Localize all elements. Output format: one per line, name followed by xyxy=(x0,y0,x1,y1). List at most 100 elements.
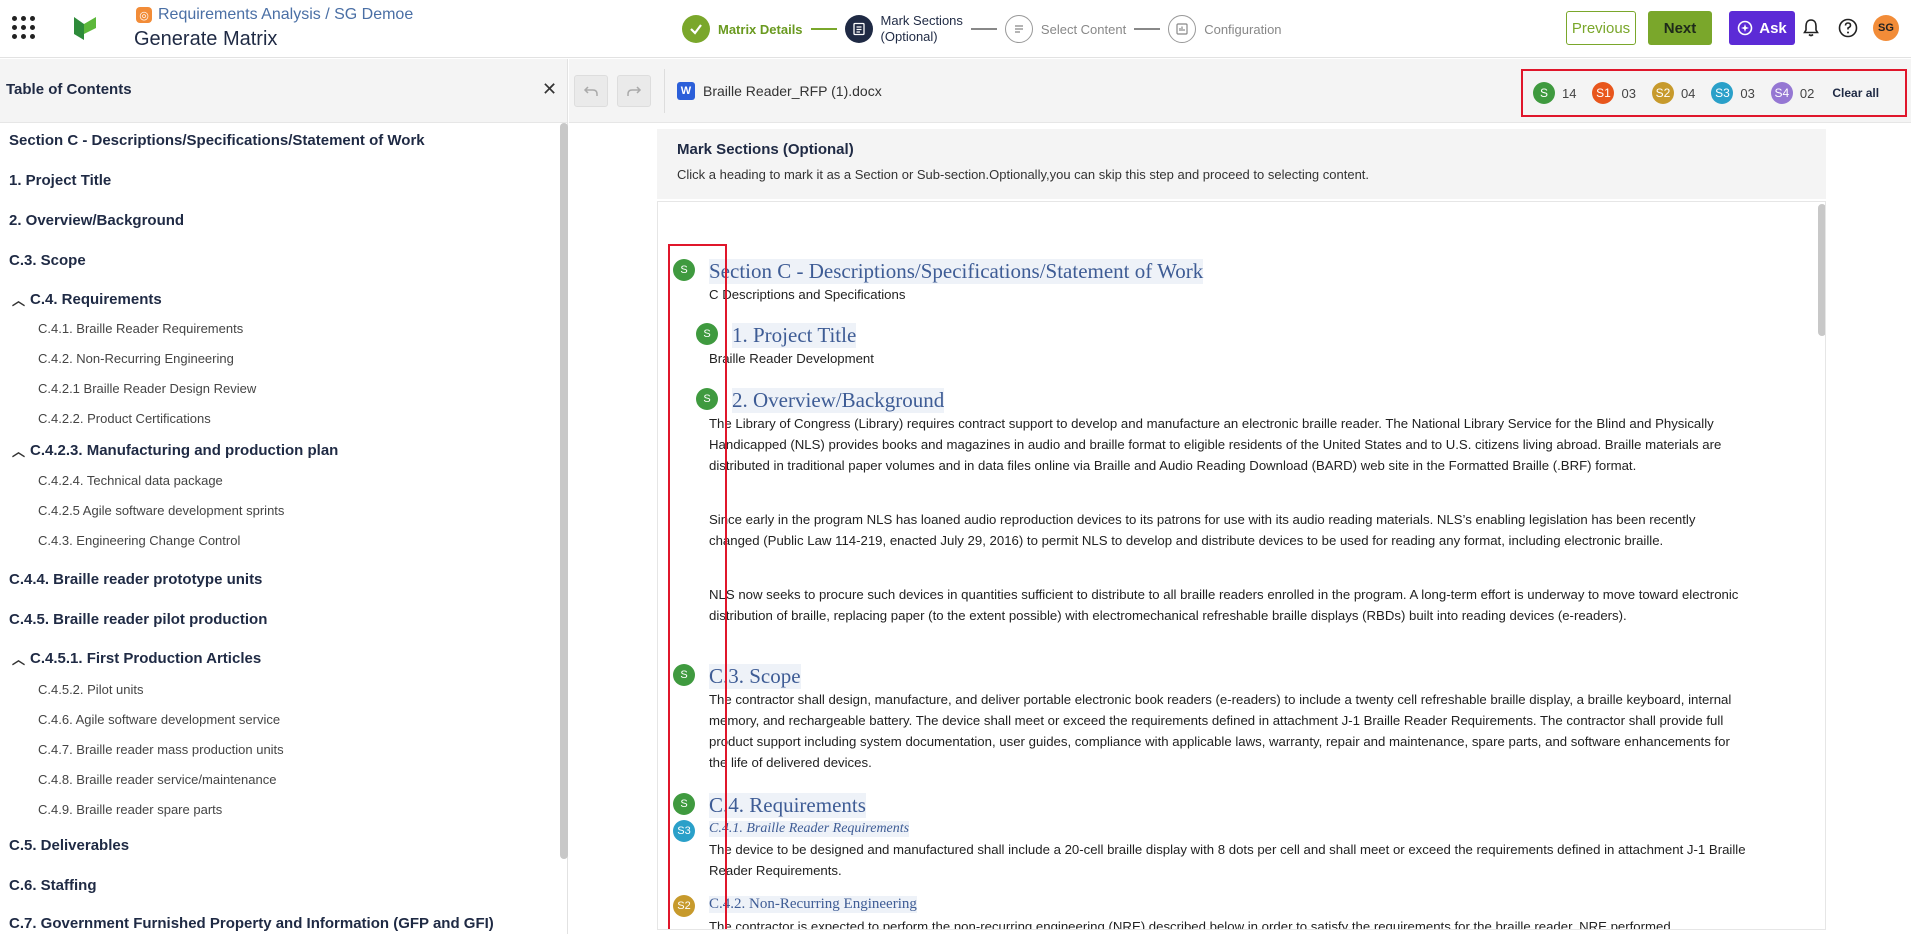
doc-paragraph: The contractor shall design, manufacture… xyxy=(709,692,1732,770)
count-value: 02 xyxy=(1799,85,1815,101)
badge-s4: S4 xyxy=(1770,82,1793,104)
previous-button[interactable]: Previous xyxy=(1566,11,1636,45)
section-counters: S 14 S1 03 S2 04 S3 03 S4 02 Clear all xyxy=(1521,69,1907,117)
badge-s2: S2 xyxy=(1651,82,1674,104)
count-value: 03 xyxy=(1740,85,1755,101)
count-value: 04 xyxy=(1680,85,1696,101)
toc-item[interactable]: C.6. Staffing xyxy=(9,877,97,894)
step-label-sub: (Optional) xyxy=(880,29,938,44)
toc-subitem[interactable]: C.4.2.1 Braille Reader Design Review xyxy=(38,381,256,396)
toc-subitem[interactable]: C.4.2.5 Agile software development sprin… xyxy=(38,503,284,518)
toc-item[interactable]: C.3. Scope xyxy=(9,252,86,269)
page-title: Generate Matrix xyxy=(134,28,278,50)
toc-item[interactable]: ︿ C.4.5.1. First Production Articles xyxy=(12,649,261,668)
breadcrumb-text[interactable]: Requirements Analysis / SG Demoe xyxy=(158,6,413,24)
sparkle-icon xyxy=(1737,20,1753,36)
top-bar: ◎ Requirements Analysis / SG Demoe Gener… xyxy=(0,0,1911,58)
doc-paragraph: The contractor is expected to perform th… xyxy=(709,919,1671,930)
sidebar-header: Table of Contents ✕ xyxy=(0,59,567,123)
document-viewer[interactable]: S Section C - Descriptions/Specification… xyxy=(657,201,1826,930)
chevron-up-icon[interactable]: ︿ xyxy=(12,649,25,668)
doc-heading[interactable]: C.4. Requirements xyxy=(709,793,866,818)
section-mark-badge[interactable]: S2 xyxy=(673,895,695,917)
ask-button[interactable]: Ask xyxy=(1729,11,1795,45)
step-matrix-details[interactable]: Matrix Details xyxy=(682,15,803,43)
badge-s: S xyxy=(1533,82,1555,104)
doc-paragraph: Since early in the program NLS has loane… xyxy=(709,512,1696,548)
chevron-up-icon[interactable]: ︿ xyxy=(12,441,25,460)
counter-s[interactable]: S 14 xyxy=(1533,82,1576,104)
doc-heading[interactable]: 2. Overview/Background xyxy=(732,388,945,413)
toc-subitem[interactable]: C.4.2.2. Product Certifications xyxy=(38,411,211,426)
file-name: W Braille Reader_RFP (1).docx xyxy=(677,82,882,100)
app-grid-icon[interactable] xyxy=(12,16,36,40)
doc-heading[interactable]: 1. Project Title xyxy=(732,323,857,348)
chevron-up-icon[interactable]: ︿ xyxy=(12,290,25,309)
toc-item[interactable]: C.7. Government Furnished Property and I… xyxy=(9,915,494,932)
toc-item[interactable]: Section C - Descriptions/Specifications/… xyxy=(9,132,425,149)
toc-subitem[interactable]: C.4.2. Non-Recurring Engineering xyxy=(38,351,234,366)
step-select-content[interactable]: Select Content xyxy=(1004,15,1126,43)
toc-item[interactable]: ︿ C.4.2.3. Manufacturing and production … xyxy=(12,441,338,460)
redo-button[interactable] xyxy=(617,75,651,107)
doc-heading[interactable]: Section C - Descriptions/Specifications/… xyxy=(709,259,1204,284)
doc-subheading[interactable]: C.4.1. Braille Reader Requirements xyxy=(709,821,910,837)
toc-item[interactable]: ︿ C.4. Requirements xyxy=(12,290,162,309)
counter-s2[interactable]: S2 04 xyxy=(1651,82,1696,104)
section-mark-badge[interactable]: S xyxy=(673,259,695,281)
toc-subitem[interactable]: C.4.3. Engineering Change Control xyxy=(38,533,240,548)
section-mark-badge[interactable]: S xyxy=(696,323,718,345)
toc-subitem[interactable]: C.4.2.4. Technical data package xyxy=(38,473,223,488)
section-mark-badge[interactable]: S xyxy=(696,388,718,410)
module-icon: ◎ xyxy=(136,7,152,23)
toc-subitem[interactable]: C.4.8. Braille reader service/maintenanc… xyxy=(38,772,276,787)
redo-icon xyxy=(627,86,642,96)
toc-item[interactable]: C.4.4. Braille reader prototype units xyxy=(9,571,262,588)
bell-icon[interactable] xyxy=(1800,17,1822,39)
step-mark-sections[interactable]: Mark Sections (Optional) xyxy=(844,13,963,45)
breadcrumb[interactable]: ◎ Requirements Analysis / SG Demoe xyxy=(136,6,413,24)
document-scrollbar[interactable] xyxy=(1818,204,1825,336)
count-value: 03 xyxy=(1621,85,1636,101)
scrollbar-thumb[interactable] xyxy=(560,123,568,859)
toc-item-label: C.4. Requirements xyxy=(30,291,162,308)
doc-subheading[interactable]: C.4.2. Non-Recurring Engineering xyxy=(709,896,917,913)
config-icon xyxy=(1168,15,1197,43)
toc-item-label: C.4.2.3. Manufacturing and production pl… xyxy=(30,442,339,459)
toc-item[interactable]: 1. Project Title xyxy=(9,172,111,189)
step-label: Matrix Details xyxy=(718,21,803,37)
counter-s3[interactable]: S3 03 xyxy=(1711,82,1755,104)
text-lines-icon xyxy=(1004,15,1033,43)
section-mark-badge[interactable]: S xyxy=(673,664,695,686)
toc-item[interactable]: 2. Overview/Background xyxy=(9,212,184,229)
avatar[interactable]: SG xyxy=(1873,15,1899,41)
counter-s1[interactable]: S1 03 xyxy=(1592,82,1636,104)
toc-subitem[interactable]: C.4.1. Braille Reader Requirements xyxy=(38,321,243,336)
clear-all-button[interactable]: Clear all xyxy=(1832,86,1879,100)
section-mark-badge[interactable]: S3 xyxy=(673,820,695,842)
count-value: 14 xyxy=(1562,85,1577,101)
section-mark-badge[interactable]: S xyxy=(673,793,695,815)
help-icon[interactable] xyxy=(1837,17,1859,39)
toc-subitem[interactable]: C.4.5.2. Pilot units xyxy=(38,682,144,697)
step-configuration[interactable]: Configuration xyxy=(1168,15,1282,43)
toc-scrollbar[interactable] xyxy=(560,123,568,863)
step-connector xyxy=(810,28,837,30)
toc-subitem[interactable]: C.4.9. Braille reader spare parts xyxy=(38,802,222,817)
toc-subitem[interactable]: C.4.6. Agile software development servic… xyxy=(38,712,280,727)
list-icon xyxy=(844,15,873,43)
mark-sections-header: Mark Sections (Optional) Click a heading… xyxy=(657,129,1826,199)
doc-heading[interactable]: C.3. Scope xyxy=(709,664,801,689)
toc-item[interactable]: C.5. Deliverables xyxy=(9,837,129,854)
toc-item[interactable]: C.4.5. Braille reader pilot production xyxy=(9,611,267,628)
brand-logo-icon[interactable] xyxy=(70,14,98,42)
check-icon xyxy=(682,15,710,43)
toc-subitem[interactable]: C.4.7. Braille reader mass production un… xyxy=(38,742,284,757)
undo-button[interactable] xyxy=(574,75,608,107)
document-toolbar: W Braille Reader_RFP (1).docx S 14 S1 03… xyxy=(569,59,1911,123)
next-button[interactable]: Next xyxy=(1648,11,1712,45)
doc-paragraph: The device to be designed and manufactur… xyxy=(709,842,1746,878)
close-icon[interactable]: ✕ xyxy=(542,79,557,100)
counter-s4[interactable]: S4 02 xyxy=(1770,82,1815,104)
sidebar-title: Table of Contents xyxy=(6,81,132,98)
